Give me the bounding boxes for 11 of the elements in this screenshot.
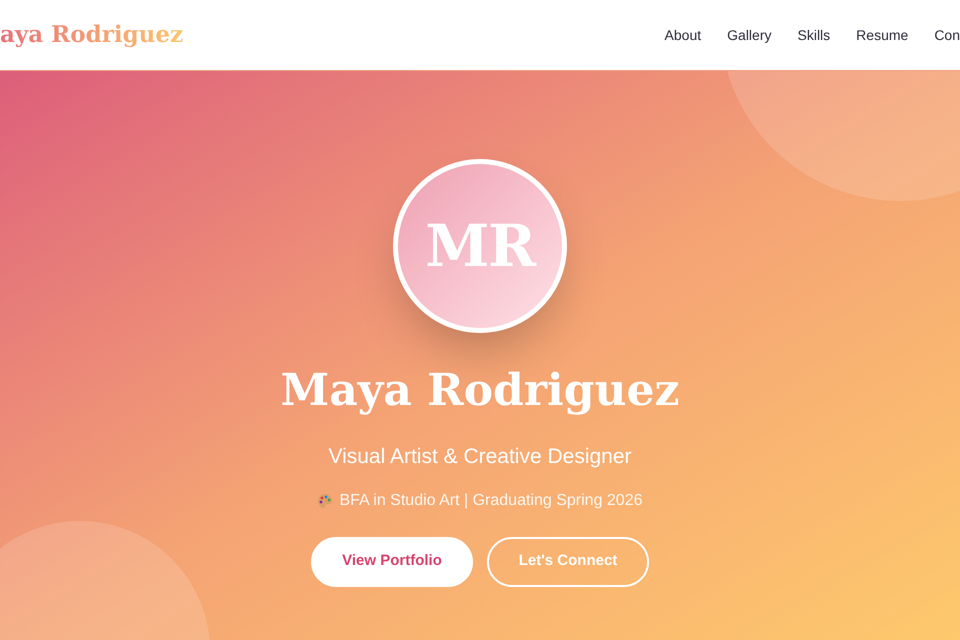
nav-link[interactable]: Gallery bbox=[727, 24, 772, 46]
nav-link[interactable]: Skills bbox=[798, 24, 830, 46]
nav-link[interactable]: Resume bbox=[856, 24, 908, 46]
primary-button[interactable]: View Portfolio bbox=[311, 536, 473, 586]
palette-icon bbox=[317, 492, 334, 508]
nav-link[interactable]: About bbox=[664, 24, 702, 46]
avatar-initials: MR bbox=[425, 210, 535, 282]
nav-link[interactable]: Con bbox=[934, 24, 960, 46]
hero-subtitle: BFA in Studio Art | Graduating Spring 2026 bbox=[339, 490, 642, 510]
hero-tagline: Visual Artist & Creative Designer bbox=[328, 444, 632, 470]
hero-name: Maya Rodriguez bbox=[280, 369, 680, 413]
